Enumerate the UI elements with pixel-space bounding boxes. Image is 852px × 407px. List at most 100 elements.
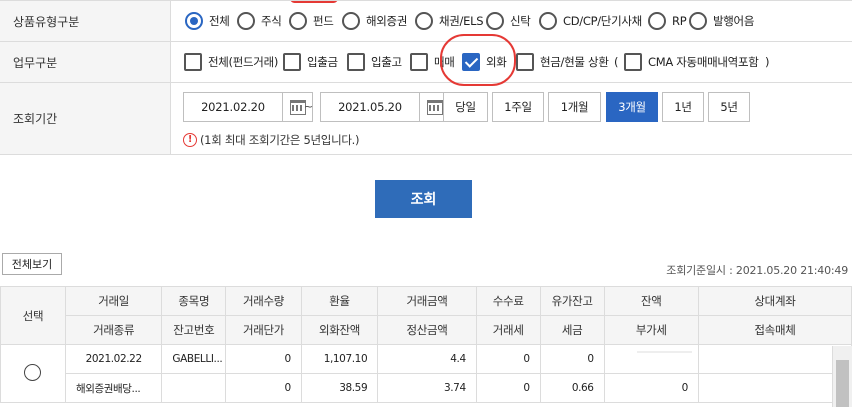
cell-counter-account	[697, 344, 852, 374]
paren-close: )	[765, 55, 770, 69]
vertical-scrollbar[interactable]	[832, 346, 852, 407]
period-label: 조회기간	[0, 83, 171, 154]
table-header-row-2: 거래종류 잔고번호 거래단가 외화잔액 정산금액 거래세 세금 부가세 접속매체	[1, 315, 852, 345]
header-tax[interactable]: 세금	[539, 315, 605, 345]
option-label: 전체	[209, 14, 230, 28]
radio-icon[interactable]	[289, 12, 307, 30]
table-header-row-1: 선택 거래일 종목명 거래수량 환율 거래금액 수수료 유가잔고 잔액 상대계좌	[0, 286, 852, 345]
search-button[interactable]: 조회	[375, 180, 472, 218]
cell-fee: 0	[475, 344, 541, 374]
cell-tax: 0.66	[539, 373, 605, 403]
warning-icon: !	[183, 133, 197, 147]
header-unit-price[interactable]: 거래단가	[225, 315, 302, 345]
header-vat[interactable]: 부가세	[603, 315, 699, 345]
cell-item-name: GABELLI...	[161, 344, 227, 374]
product-type-option-overseas[interactable]: 해외증권	[342, 1, 407, 41]
business-type-option-cma[interactable]: CMA 자동매매내역포함	[624, 42, 759, 82]
cell-balance	[603, 344, 699, 374]
product-type-row: 상품유형구분 전체 주식 펀드 해외증권 채권/ELS 신탁 CD/CP/단기사…	[0, 1, 852, 42]
scrollbar-thumb[interactable]	[836, 360, 849, 407]
radio-icon[interactable]	[539, 12, 557, 30]
end-date-input[interactable]: 2021.05.20	[321, 100, 419, 114]
radio-icon[interactable]	[648, 12, 666, 30]
base-time-text: 조회기준일시 : 2021.05.20 21:40:49	[666, 264, 848, 277]
row-select-cell[interactable]	[0, 344, 66, 403]
header-fee[interactable]: 수수료	[475, 286, 541, 316]
radio-icon[interactable]	[237, 12, 255, 30]
period-row: 조회기간 2021.02.20 ~ 2021.05.20 당일 1주일 1개월 …	[0, 83, 852, 155]
period-notice-text: (1회 최대 조회기간은 5년입니다.)	[200, 133, 360, 147]
cell-fx-balance: 38.59	[300, 373, 379, 403]
period-notice: ! (1회 최대 조회기간은 5년입니다.)	[183, 132, 359, 148]
product-type-option-rp[interactable]: RP	[648, 1, 687, 41]
header-trade-date[interactable]: 거래일	[64, 286, 163, 316]
period-1week-button[interactable]: 1주일	[492, 92, 544, 122]
cell-trade-date: 2021.02.22	[64, 344, 163, 374]
table-row[interactable]: 2021.02.22 GABELLI... 0 1,107.10 4.4 0 0	[0, 344, 852, 403]
business-type-row: 업무구분 전체(펀드거래) 입출금 입출고 매매 외화 현금/현물 상환 ( C…	[0, 42, 852, 83]
header-fx-balance[interactable]: 외화잔액	[300, 315, 379, 345]
business-type-option-transfer[interactable]: 입출고	[347, 42, 402, 82]
business-type-option-all-fund[interactable]: 전체(펀드거래)	[184, 42, 278, 82]
checkbox-icon[interactable]	[410, 53, 428, 71]
header-item-name[interactable]: 종목명	[161, 286, 227, 316]
radio-icon[interactable]	[342, 12, 360, 30]
cell-exchange-rate: 1,107.10	[300, 344, 379, 374]
business-type-option-cash-redemption[interactable]: 현금/현물 상환	[516, 42, 609, 82]
header-trade-tax[interactable]: 거래세	[475, 315, 541, 345]
period-3month-button[interactable]: 3개월	[606, 92, 658, 122]
header-balance-number[interactable]: 잔고번호	[161, 315, 227, 345]
checkbox-icon[interactable]	[283, 53, 301, 71]
checkbox-icon[interactable]	[516, 53, 534, 71]
product-type-option-fund[interactable]: 펀드	[289, 1, 334, 41]
option-label: 발행어음	[713, 14, 755, 28]
option-label: 현금/현물 상환	[540, 55, 609, 69]
checkbox-icon[interactable]	[624, 53, 642, 71]
cell-amount: 4.4	[377, 344, 477, 374]
period-1month-button[interactable]: 1개월	[548, 92, 601, 122]
start-date-field[interactable]: 2021.02.20	[183, 92, 313, 122]
header-access-media[interactable]: 접속매체	[697, 315, 852, 345]
period-5year-button[interactable]: 5년	[708, 92, 750, 122]
option-label: 펀드	[313, 14, 334, 28]
calendar-icon	[426, 99, 443, 115]
cell-settlement: 3.74	[377, 373, 477, 403]
radio-icon[interactable]	[185, 12, 203, 30]
date-separator: ~	[304, 100, 314, 113]
checkbox-icon[interactable]	[184, 53, 202, 71]
header-exchange-rate[interactable]: 환율	[300, 286, 379, 316]
option-label: 입출금	[307, 55, 338, 69]
header-quantity[interactable]: 거래수량	[225, 286, 302, 316]
header-counter-account[interactable]: 상대계좌	[697, 286, 852, 316]
product-type-option-issued-note[interactable]: 발행어음	[689, 1, 754, 41]
end-date-field[interactable]: 2021.05.20	[320, 92, 450, 122]
radio-icon[interactable]	[689, 12, 707, 30]
option-label: 주식	[261, 14, 282, 28]
header-security-balance[interactable]: 유가잔고	[539, 286, 605, 316]
paren-open: (	[614, 55, 619, 69]
radio-icon[interactable]	[415, 12, 433, 30]
period-1year-button[interactable]: 1년	[662, 92, 704, 122]
table-row[interactable]: 해외증권배당... 0 38.59 3.74 0 0.66 0	[1, 373, 852, 403]
radio-icon[interactable]	[486, 12, 504, 30]
cell-quantity: 0	[225, 344, 302, 374]
header-settlement[interactable]: 정산금액	[377, 315, 477, 345]
view-all-button[interactable]: 전체보기	[2, 253, 62, 275]
cell-vat: 0	[603, 373, 699, 403]
header-balance[interactable]: 잔액	[603, 286, 699, 316]
header-trade-type[interactable]: 거래종류	[64, 315, 163, 345]
product-type-option-stock[interactable]: 주식	[237, 1, 282, 41]
header-amount[interactable]: 거래금액	[377, 286, 477, 316]
product-type-option-all[interactable]: 전체	[185, 1, 230, 41]
start-date-input[interactable]: 2021.02.20	[184, 100, 282, 114]
option-label: 해외증권	[366, 14, 408, 28]
period-today-button[interactable]: 당일	[443, 92, 488, 122]
cell-unit-price: 0	[225, 373, 302, 403]
option-label: 입출고	[371, 55, 402, 69]
option-label: 채권/ELS	[439, 14, 484, 28]
product-type-label: 상품유형구분	[0, 1, 171, 41]
business-type-option-deposit[interactable]: 입출금	[283, 42, 338, 82]
checkbox-icon[interactable]	[347, 53, 365, 71]
product-type-option-cd-cp[interactable]: CD/CP/단기사채	[539, 1, 642, 41]
row-select-radio[interactable]	[24, 363, 42, 381]
